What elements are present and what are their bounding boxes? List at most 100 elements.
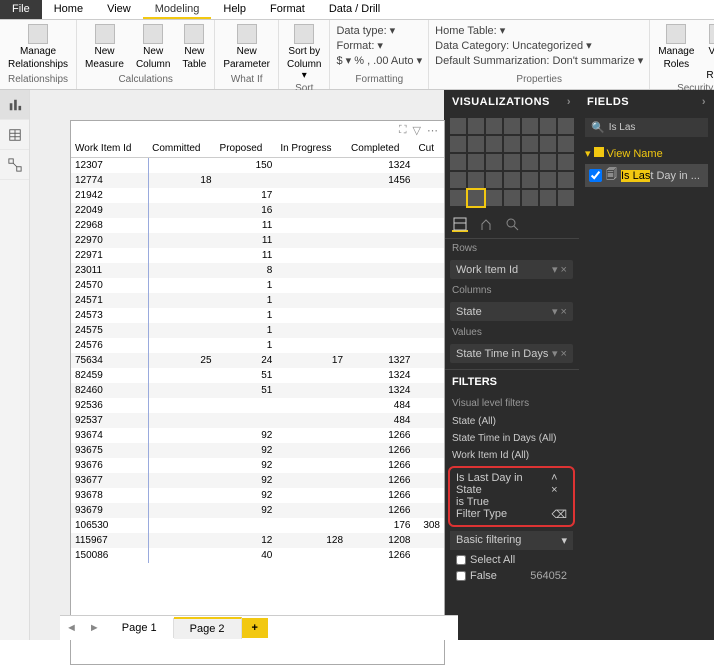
viz-type-icon[interactable] [468, 154, 484, 170]
table-row[interactable]: 245701 [71, 278, 444, 293]
table-row[interactable]: 245751 [71, 323, 444, 338]
viz-type-icon[interactable] [558, 190, 574, 206]
view-as-roles-button[interactable]: View asRoles [702, 22, 714, 83]
col-header[interactable]: In Progress [276, 140, 347, 158]
viz-type-icon[interactable] [486, 136, 502, 152]
table-row[interactable]: 2204916 [71, 203, 444, 218]
new-parameter-button[interactable]: NewParameter [219, 22, 274, 72]
col-header[interactable]: Completed [347, 140, 414, 158]
viz-type-icon[interactable] [558, 136, 574, 152]
viz-type-icon[interactable] [558, 172, 574, 188]
viz-type-icon[interactable] [540, 154, 556, 170]
viz-type-icon[interactable] [504, 136, 520, 152]
viz-type-icon[interactable] [486, 118, 502, 134]
filter-option[interactable]: False564052 [444, 568, 579, 584]
table-row[interactable]: 106530176308 [71, 518, 444, 533]
focus-mode-icon[interactable]: ⛶ [399, 124, 407, 137]
table-row[interactable]: 93676921266 [71, 458, 444, 473]
col-header[interactable]: Committed [148, 140, 215, 158]
table-row[interactable]: 82459511324 [71, 368, 444, 383]
remove-vals-icon[interactable]: ▾ × [552, 347, 567, 360]
ribbon-prop[interactable]: Data type: ▾ [336, 24, 422, 37]
table-row[interactable]: 245761 [71, 338, 444, 353]
viz-type-icon[interactable] [540, 172, 556, 188]
new-column-button[interactable]: NewColumn [132, 22, 174, 72]
data-view-icon[interactable] [0, 120, 29, 150]
table-row[interactable]: 150086401266 [71, 548, 444, 563]
table-row[interactable]: 245731 [71, 308, 444, 323]
page-prev[interactable]: ◄ [60, 622, 83, 634]
table-row[interactable]: 115967121281208 [71, 533, 444, 548]
tab-modeling[interactable]: Modeling [143, 0, 212, 19]
table-row[interactable]: 2297111 [71, 248, 444, 263]
viz-type-icon[interactable] [540, 118, 556, 134]
table-row[interactable]: 756342524171327 [71, 353, 444, 368]
tab-view[interactable]: View [95, 0, 143, 19]
vals-well[interactable]: State Time in Days▾ × [450, 344, 573, 363]
new-table-button[interactable]: NewTable [178, 22, 210, 72]
ribbon-prop[interactable]: Data Category: Uncategorized ▾ [435, 39, 643, 52]
page-next[interactable]: ► [83, 622, 106, 634]
rows-well[interactable]: Work Item Id▾ × [450, 260, 573, 279]
viz-type-icon[interactable] [450, 118, 466, 134]
manage-roles-button[interactable]: ManageRoles [654, 22, 698, 72]
analytics-tab-icon[interactable] [504, 216, 520, 232]
table-row[interactable]: 92536484 [71, 398, 444, 413]
report-canvas[interactable]: ⛶ ▽ ⋯ Work Item IdCommittedProposedIn Pr… [30, 90, 444, 640]
ribbon-prop[interactable]: Format: ▾ [336, 39, 422, 52]
sort-by-column---button[interactable]: Sort byColumn ▾ [283, 22, 325, 83]
tab-datadrill[interactable]: Data / Drill [317, 0, 392, 19]
table-row[interactable]: 93675921266 [71, 443, 444, 458]
viz-type-icon[interactable] [504, 154, 520, 170]
viz-type-icon[interactable] [468, 118, 484, 134]
manage-relationships-button[interactable]: ManageRelationships [4, 22, 72, 72]
table-row[interactable]: 245711 [71, 293, 444, 308]
format-tab-icon[interactable] [478, 216, 494, 232]
filter-type-dropdown[interactable]: Basic filtering▾ [450, 531, 573, 550]
table-row[interactable]: 93678921266 [71, 488, 444, 503]
table-row[interactable]: 230118 [71, 263, 444, 278]
remove-cols-icon[interactable]: ▾ × [552, 305, 567, 318]
table-row[interactable]: 123071501324 [71, 158, 444, 174]
table-row[interactable]: 12774181456 [71, 173, 444, 188]
viz-type-icon[interactable] [522, 190, 538, 206]
table-row[interactable]: 92537484 [71, 413, 444, 428]
viz-type-icon[interactable] [450, 190, 466, 206]
filter-card-last-day[interactable]: Is Last Day in State˄ × is True Filter T… [448, 466, 575, 527]
filter-card-controls[interactable]: ˄ × [551, 472, 567, 496]
model-view-icon[interactable] [0, 150, 29, 180]
table-row[interactable]: 93679921266 [71, 503, 444, 518]
cols-well[interactable]: State▾ × [450, 302, 573, 321]
col-header[interactable]: Work Item Id [71, 140, 148, 158]
tab-home[interactable]: Home [42, 0, 95, 19]
collapse-fields-icon[interactable]: › [702, 96, 706, 108]
viz-type-icon[interactable] [450, 136, 466, 152]
more-options-icon[interactable]: ⋯ [427, 124, 438, 137]
filter-item[interactable]: State (All) [444, 413, 579, 430]
viz-type-icon[interactable] [504, 190, 520, 206]
viz-type-icon[interactable] [468, 190, 484, 206]
table-row[interactable]: 2297011 [71, 233, 444, 248]
viz-type-icon[interactable] [558, 118, 574, 134]
ribbon-prop[interactable]: Default Summarization: Don't summarize ▾ [435, 54, 643, 67]
viz-type-icon[interactable] [468, 172, 484, 188]
viz-type-icon[interactable] [486, 154, 502, 170]
filter-item[interactable]: Work Item Id (All) [444, 447, 579, 464]
viz-type-icon[interactable] [558, 154, 574, 170]
fields-tab-icon[interactable] [452, 216, 468, 232]
filter-indicator-icon[interactable]: ▽ [413, 124, 421, 137]
field-checkbox[interactable] [589, 169, 602, 182]
viz-type-icon[interactable] [522, 172, 538, 188]
table-row[interactable]: 82460511324 [71, 383, 444, 398]
clear-filter-icon[interactable]: ⌫ [551, 508, 567, 521]
table-row[interactable]: 2296811 [71, 218, 444, 233]
collapse-viz-icon[interactable]: › [567, 96, 571, 108]
add-page[interactable]: + [242, 618, 268, 638]
ribbon-prop[interactable]: Home Table: ▾ [435, 24, 643, 37]
remove-rows-icon[interactable]: ▾ × [552, 263, 567, 276]
filter-option[interactable]: Select All [444, 552, 579, 568]
tab-help[interactable]: Help [211, 0, 258, 19]
tab-format[interactable]: Format [258, 0, 317, 19]
col-header[interactable]: Proposed [216, 140, 277, 158]
viz-type-icon[interactable] [504, 172, 520, 188]
